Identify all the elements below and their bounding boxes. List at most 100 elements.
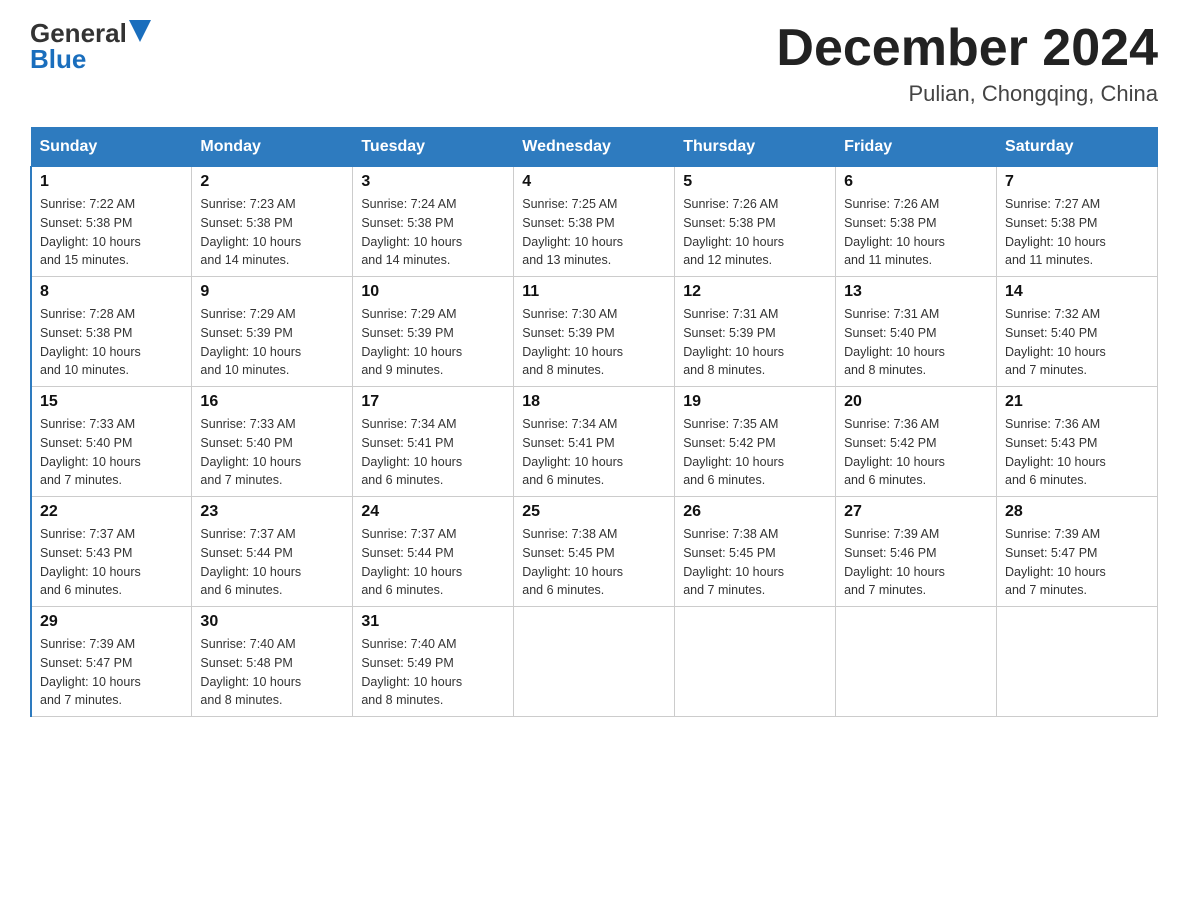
logo-general-text: General bbox=[30, 20, 127, 46]
day-info: Sunrise: 7:23 AM Sunset: 5:38 PM Dayligh… bbox=[200, 195, 344, 270]
day-info: Sunrise: 7:22 AM Sunset: 5:38 PM Dayligh… bbox=[40, 195, 183, 270]
day-number: 2 bbox=[200, 173, 344, 191]
calendar-cell: 28 Sunrise: 7:39 AM Sunset: 5:47 PM Dayl… bbox=[997, 497, 1158, 607]
day-info: Sunrise: 7:33 AM Sunset: 5:40 PM Dayligh… bbox=[200, 415, 344, 490]
calendar-row: 1 Sunrise: 7:22 AM Sunset: 5:38 PM Dayli… bbox=[31, 167, 1158, 277]
day-info: Sunrise: 7:26 AM Sunset: 5:38 PM Dayligh… bbox=[683, 195, 827, 270]
day-number: 31 bbox=[361, 613, 505, 631]
calendar-cell: 21 Sunrise: 7:36 AM Sunset: 5:43 PM Dayl… bbox=[997, 387, 1158, 497]
calendar-cell: 16 Sunrise: 7:33 AM Sunset: 5:40 PM Dayl… bbox=[192, 387, 353, 497]
day-number: 12 bbox=[683, 283, 827, 301]
day-number: 11 bbox=[522, 283, 666, 301]
calendar-cell: 24 Sunrise: 7:37 AM Sunset: 5:44 PM Dayl… bbox=[353, 497, 514, 607]
calendar-cell bbox=[675, 607, 836, 717]
calendar-cell: 7 Sunrise: 7:27 AM Sunset: 5:38 PM Dayli… bbox=[997, 167, 1158, 277]
day-number: 16 bbox=[200, 393, 344, 411]
calendar-cell: 12 Sunrise: 7:31 AM Sunset: 5:39 PM Dayl… bbox=[675, 277, 836, 387]
day-number: 20 bbox=[844, 393, 988, 411]
day-info: Sunrise: 7:24 AM Sunset: 5:38 PM Dayligh… bbox=[361, 195, 505, 270]
day-number: 17 bbox=[361, 393, 505, 411]
calendar-cell: 18 Sunrise: 7:34 AM Sunset: 5:41 PM Dayl… bbox=[514, 387, 675, 497]
day-info: Sunrise: 7:31 AM Sunset: 5:40 PM Dayligh… bbox=[844, 305, 988, 380]
calendar-cell: 1 Sunrise: 7:22 AM Sunset: 5:38 PM Dayli… bbox=[31, 167, 192, 277]
location-title: Pulian, Chongqing, China bbox=[776, 81, 1158, 107]
calendar-cell: 2 Sunrise: 7:23 AM Sunset: 5:38 PM Dayli… bbox=[192, 167, 353, 277]
calendar-cell: 19 Sunrise: 7:35 AM Sunset: 5:42 PM Dayl… bbox=[675, 387, 836, 497]
page-header: General Blue December 2024 Pulian, Chong… bbox=[30, 20, 1158, 107]
header-cell-monday: Monday bbox=[192, 128, 353, 167]
header-cell-saturday: Saturday bbox=[997, 128, 1158, 167]
day-number: 24 bbox=[361, 503, 505, 521]
calendar-cell: 30 Sunrise: 7:40 AM Sunset: 5:48 PM Dayl… bbox=[192, 607, 353, 717]
day-info: Sunrise: 7:37 AM Sunset: 5:44 PM Dayligh… bbox=[200, 525, 344, 600]
day-info: Sunrise: 7:27 AM Sunset: 5:38 PM Dayligh… bbox=[1005, 195, 1149, 270]
calendar-cell: 10 Sunrise: 7:29 AM Sunset: 5:39 PM Dayl… bbox=[353, 277, 514, 387]
day-number: 1 bbox=[40, 173, 183, 191]
calendar-cell: 17 Sunrise: 7:34 AM Sunset: 5:41 PM Dayl… bbox=[353, 387, 514, 497]
day-number: 30 bbox=[200, 613, 344, 631]
day-number: 19 bbox=[683, 393, 827, 411]
day-info: Sunrise: 7:40 AM Sunset: 5:49 PM Dayligh… bbox=[361, 635, 505, 710]
calendar-cell: 4 Sunrise: 7:25 AM Sunset: 5:38 PM Dayli… bbox=[514, 167, 675, 277]
calendar-cell: 29 Sunrise: 7:39 AM Sunset: 5:47 PM Dayl… bbox=[31, 607, 192, 717]
header-cell-sunday: Sunday bbox=[31, 128, 192, 167]
logo: General Blue bbox=[30, 20, 151, 72]
day-number: 5 bbox=[683, 173, 827, 191]
day-number: 18 bbox=[522, 393, 666, 411]
day-number: 25 bbox=[522, 503, 666, 521]
calendar-cell bbox=[514, 607, 675, 717]
day-number: 28 bbox=[1005, 503, 1149, 521]
day-number: 13 bbox=[844, 283, 988, 301]
day-number: 7 bbox=[1005, 173, 1149, 191]
day-info: Sunrise: 7:37 AM Sunset: 5:44 PM Dayligh… bbox=[361, 525, 505, 600]
calendar-cell: 15 Sunrise: 7:33 AM Sunset: 5:40 PM Dayl… bbox=[31, 387, 192, 497]
day-number: 3 bbox=[361, 173, 505, 191]
day-info: Sunrise: 7:34 AM Sunset: 5:41 PM Dayligh… bbox=[522, 415, 666, 490]
title-block: December 2024 Pulian, Chongqing, China bbox=[776, 20, 1158, 107]
calendar-cell: 8 Sunrise: 7:28 AM Sunset: 5:38 PM Dayli… bbox=[31, 277, 192, 387]
day-number: 26 bbox=[683, 503, 827, 521]
day-info: Sunrise: 7:25 AM Sunset: 5:38 PM Dayligh… bbox=[522, 195, 666, 270]
day-info: Sunrise: 7:35 AM Sunset: 5:42 PM Dayligh… bbox=[683, 415, 827, 490]
day-info: Sunrise: 7:28 AM Sunset: 5:38 PM Dayligh… bbox=[40, 305, 183, 380]
day-info: Sunrise: 7:38 AM Sunset: 5:45 PM Dayligh… bbox=[683, 525, 827, 600]
day-number: 10 bbox=[361, 283, 505, 301]
day-info: Sunrise: 7:40 AM Sunset: 5:48 PM Dayligh… bbox=[200, 635, 344, 710]
day-info: Sunrise: 7:26 AM Sunset: 5:38 PM Dayligh… bbox=[844, 195, 988, 270]
calendar-header-row: SundayMondayTuesdayWednesdayThursdayFrid… bbox=[31, 128, 1158, 167]
calendar-cell: 11 Sunrise: 7:30 AM Sunset: 5:39 PM Dayl… bbox=[514, 277, 675, 387]
header-cell-thursday: Thursday bbox=[675, 128, 836, 167]
calendar-cell: 23 Sunrise: 7:37 AM Sunset: 5:44 PM Dayl… bbox=[192, 497, 353, 607]
day-number: 8 bbox=[40, 283, 183, 301]
day-info: Sunrise: 7:31 AM Sunset: 5:39 PM Dayligh… bbox=[683, 305, 827, 380]
header-cell-tuesday: Tuesday bbox=[353, 128, 514, 167]
calendar-cell: 22 Sunrise: 7:37 AM Sunset: 5:43 PM Dayl… bbox=[31, 497, 192, 607]
day-number: 29 bbox=[40, 613, 183, 631]
logo-blue-text: Blue bbox=[30, 46, 86, 72]
calendar-cell: 20 Sunrise: 7:36 AM Sunset: 5:42 PM Dayl… bbox=[836, 387, 997, 497]
calendar-row: 8 Sunrise: 7:28 AM Sunset: 5:38 PM Dayli… bbox=[31, 277, 1158, 387]
calendar-cell: 13 Sunrise: 7:31 AM Sunset: 5:40 PM Dayl… bbox=[836, 277, 997, 387]
calendar-row: 15 Sunrise: 7:33 AM Sunset: 5:40 PM Dayl… bbox=[31, 387, 1158, 497]
day-number: 15 bbox=[40, 393, 183, 411]
calendar-cell: 3 Sunrise: 7:24 AM Sunset: 5:38 PM Dayli… bbox=[353, 167, 514, 277]
day-number: 6 bbox=[844, 173, 988, 191]
day-info: Sunrise: 7:36 AM Sunset: 5:42 PM Dayligh… bbox=[844, 415, 988, 490]
day-info: Sunrise: 7:29 AM Sunset: 5:39 PM Dayligh… bbox=[200, 305, 344, 380]
day-info: Sunrise: 7:38 AM Sunset: 5:45 PM Dayligh… bbox=[522, 525, 666, 600]
day-number: 4 bbox=[522, 173, 666, 191]
day-info: Sunrise: 7:39 AM Sunset: 5:46 PM Dayligh… bbox=[844, 525, 988, 600]
day-info: Sunrise: 7:33 AM Sunset: 5:40 PM Dayligh… bbox=[40, 415, 183, 490]
calendar-row: 22 Sunrise: 7:37 AM Sunset: 5:43 PM Dayl… bbox=[31, 497, 1158, 607]
calendar-cell: 14 Sunrise: 7:32 AM Sunset: 5:40 PM Dayl… bbox=[997, 277, 1158, 387]
day-info: Sunrise: 7:29 AM Sunset: 5:39 PM Dayligh… bbox=[361, 305, 505, 380]
calendar-cell: 31 Sunrise: 7:40 AM Sunset: 5:49 PM Dayl… bbox=[353, 607, 514, 717]
day-number: 27 bbox=[844, 503, 988, 521]
calendar-row: 29 Sunrise: 7:39 AM Sunset: 5:47 PM Dayl… bbox=[31, 607, 1158, 717]
calendar-cell: 26 Sunrise: 7:38 AM Sunset: 5:45 PM Dayl… bbox=[675, 497, 836, 607]
day-info: Sunrise: 7:30 AM Sunset: 5:39 PM Dayligh… bbox=[522, 305, 666, 380]
day-info: Sunrise: 7:34 AM Sunset: 5:41 PM Dayligh… bbox=[361, 415, 505, 490]
calendar-cell: 6 Sunrise: 7:26 AM Sunset: 5:38 PM Dayli… bbox=[836, 167, 997, 277]
day-number: 23 bbox=[200, 503, 344, 521]
calendar-table: SundayMondayTuesdayWednesdayThursdayFrid… bbox=[30, 127, 1158, 717]
